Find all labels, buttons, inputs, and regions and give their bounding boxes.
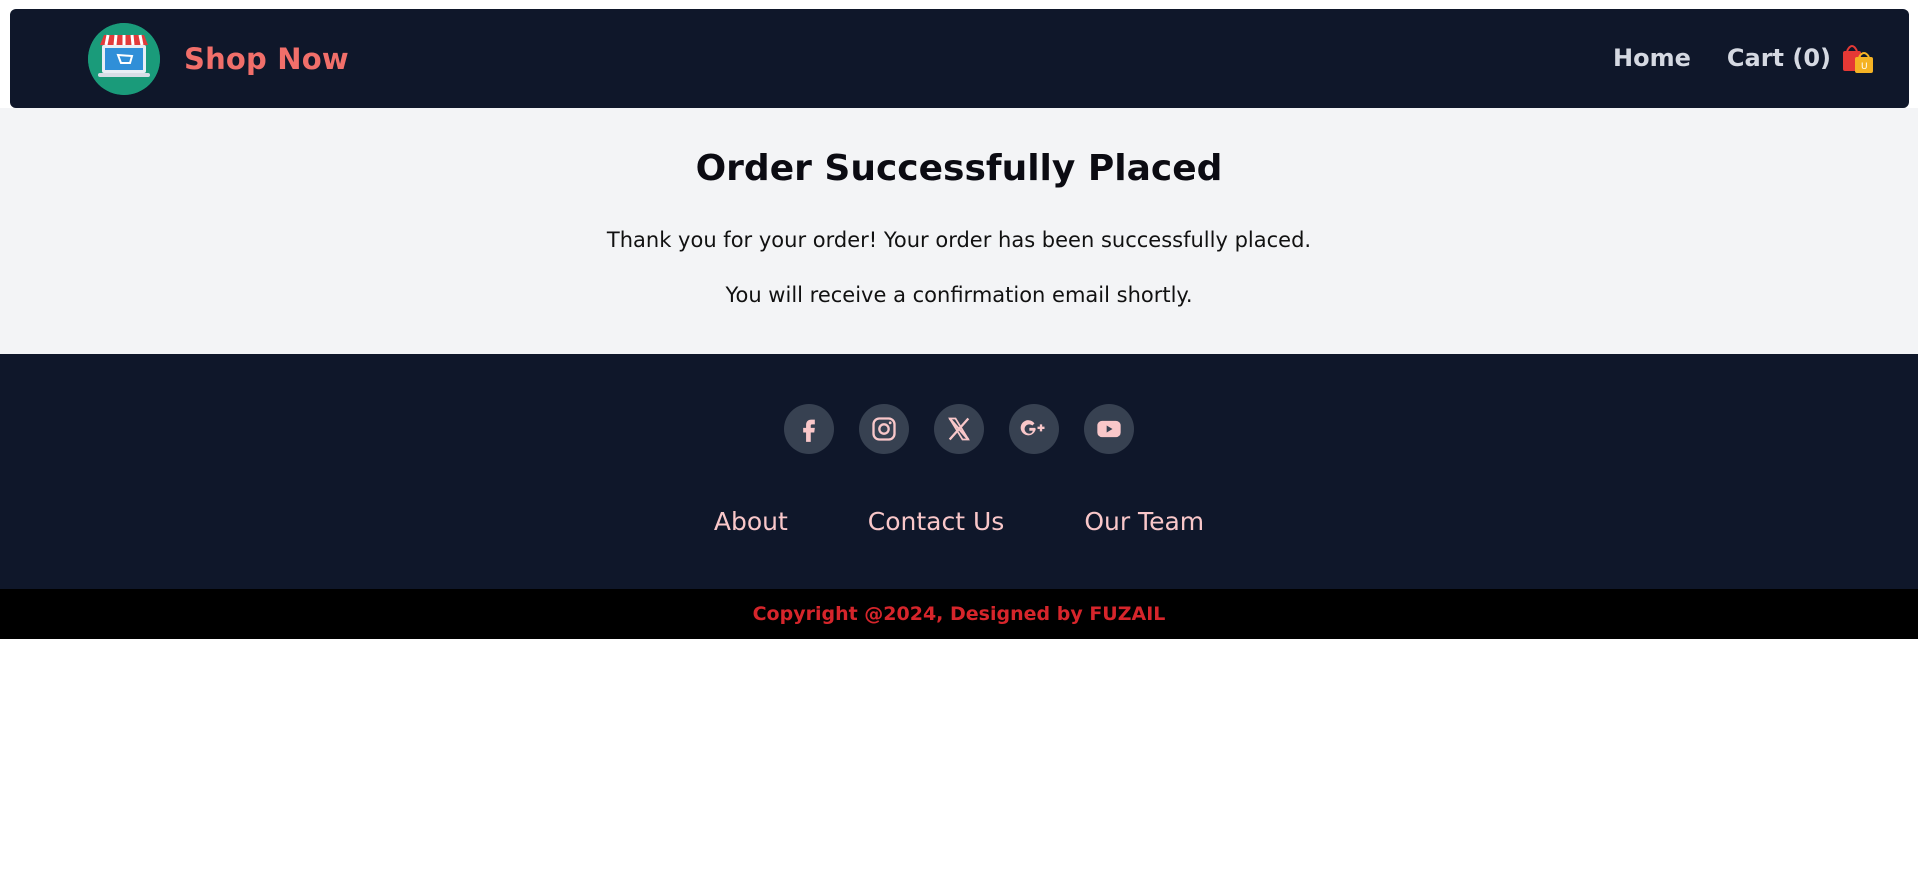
order-confirmation: Order Successfully Placed Thank you for …: [0, 108, 1918, 354]
cart-label[interactable]: Cart (0): [1727, 44, 1831, 72]
thank-you-message: Thank you for your order! Your order has…: [606, 228, 1312, 252]
brand-link[interactable]: Shop Now: [88, 23, 349, 95]
footer-link-our-team[interactable]: Our Team: [1084, 507, 1204, 536]
confirmation-email-message: You will receive a confirmation email sh…: [725, 283, 1193, 307]
shop-logo-icon: [88, 23, 160, 95]
google-plus-icon[interactable]: [1009, 404, 1059, 454]
social-links: [784, 404, 1159, 454]
svg-text:U: U: [1861, 62, 1868, 72]
cart-link[interactable]: Cart (0) U: [1727, 41, 1875, 75]
nav-links: Home Cart (0) U: [1613, 41, 1875, 75]
instagram-icon[interactable]: [859, 404, 909, 454]
copyright-text: Copyright @2024, Designed by FUZAIL: [752, 603, 1166, 625]
footer: About Contact Us Our Team: [0, 354, 1918, 589]
footer-link-contact-us[interactable]: Contact Us: [868, 507, 1005, 536]
footer-links: About Contact Us Our Team: [0, 507, 1918, 536]
copyright-bar: Copyright @2024, Designed by FUZAIL: [0, 589, 1918, 639]
nav-home-link[interactable]: Home: [1613, 44, 1691, 72]
page-title: Order Successfully Placed: [695, 148, 1223, 189]
navbar: Shop Now Home Cart (0) U: [10, 9, 1909, 108]
footer-link-about[interactable]: About: [714, 507, 788, 536]
facebook-icon[interactable]: [784, 404, 834, 454]
youtube-icon[interactable]: [1084, 404, 1134, 454]
shopping-bag-icon: U: [1841, 41, 1875, 75]
brand-name: Shop Now: [184, 42, 349, 76]
x-twitter-icon[interactable]: [934, 404, 984, 454]
